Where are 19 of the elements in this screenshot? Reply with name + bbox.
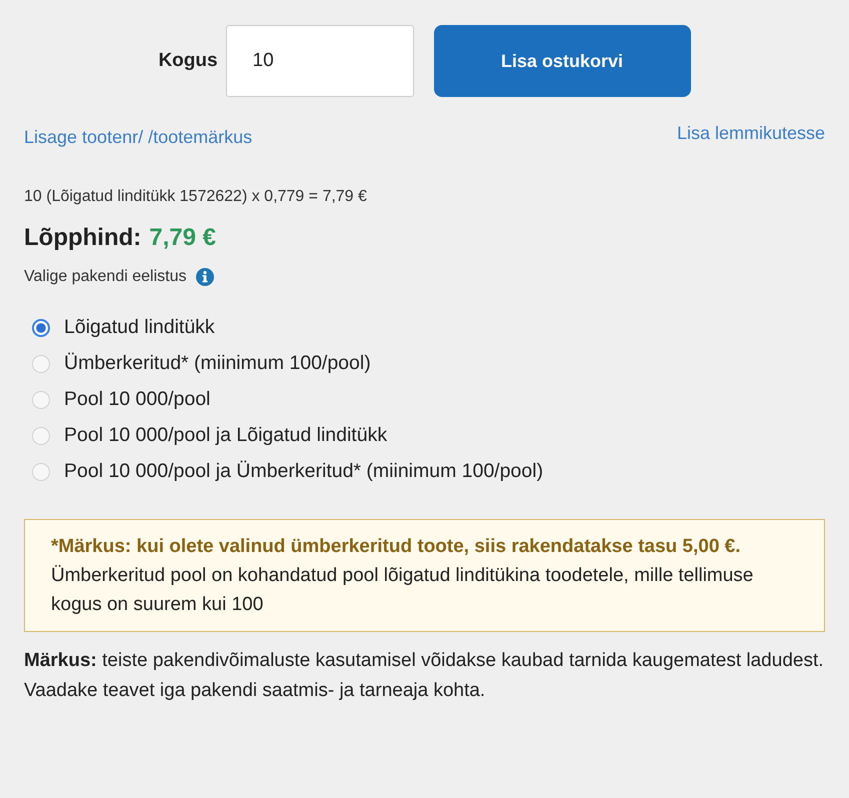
- radio-button[interactable]: [32, 318, 50, 336]
- packaging-option-label[interactable]: Pool 10 000/pool ja Ümberkeritud* (miinimum 100/pool): [64, 460, 544, 483]
- notice-title: *Märkus: kui olete valinud ümberkeritud toote, siis rakendatakse tasu 5,00 €.: [51, 535, 742, 559]
- add-to-cart-button[interactable]: Lisa ostukorvi: [434, 25, 691, 97]
- total-label: Lõpphind:: [24, 224, 142, 252]
- favorites-link[interactable]: Lisa lemmikutesse: [676, 123, 825, 144]
- packaging-option-label[interactable]: Ümberkeritud* (miinimum 100/pool): [64, 352, 371, 375]
- quantity-field[interactable]: 10: [226, 25, 414, 97]
- packaging-option-label[interactable]: Pool 10 000/pool ja Lõigatud linditükk: [64, 424, 388, 447]
- info-icon[interactable]: [196, 268, 214, 286]
- packaging-label: Valige pakendi eelistus: [24, 268, 186, 286]
- footnote-text: Märkus: teiste pakendivõimaluste kasutamisel võidakse kaubad tarnida kaugematest ladudest. Vaadake teavet iga pakendi saatmis- ja tarneaja kohta.: [24, 649, 825, 703]
- quantity-label: Kogus: [158, 50, 218, 72]
- notice-text: Ümberkeritud pool on kohandatud pool lõigatud linditükina toodetele, mille tellimuse kogus on suurem kui 100: [51, 564, 754, 617]
- packaging-option-label[interactable]: Lõigatud linditükk: [64, 316, 215, 339]
- packaging-option-label[interactable]: Pool 10 000/pool: [64, 388, 210, 411]
- price-calculation: 10 (Lõigatud linditükk 1572622) x 0,779 = 7,79 €: [24, 188, 368, 206]
- product-note-link[interactable]: Lisage tootenr/ /tootemärkus: [24, 127, 252, 148]
- total-price: 7,79 €: [149, 224, 216, 252]
